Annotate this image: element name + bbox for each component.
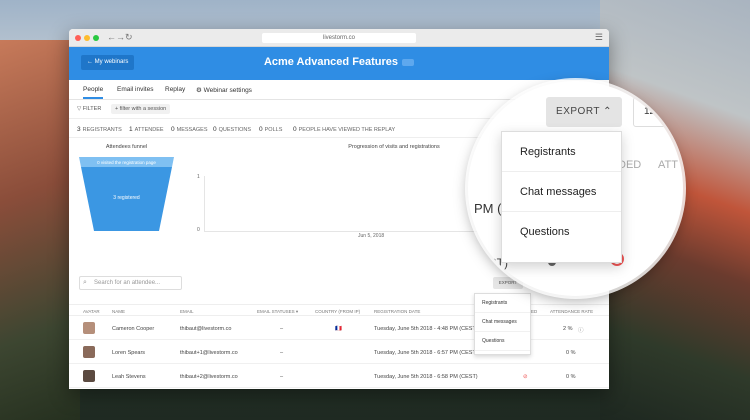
- export-registrants-item[interactable]: Registrants: [475, 294, 530, 313]
- y-axis-top-label: 1: [197, 174, 200, 180]
- stat-replay-views: 0 PEOPLE HAVE VIEWED THE REPLAY: [293, 126, 396, 133]
- stat-polls: 0 POLLS: [259, 126, 283, 133]
- zoom-partial-box: 12: [633, 97, 683, 127]
- y-axis-line: [204, 176, 205, 231]
- minimize-window-icon[interactable]: [84, 35, 90, 41]
- info-icon[interactable]: ⓘ: [578, 326, 584, 334]
- wallpaper-mountain-left: [0, 40, 80, 420]
- avatar: [83, 370, 95, 382]
- not-attended-icon: ⊘: [523, 374, 528, 380]
- maximize-window-icon[interactable]: [93, 35, 99, 41]
- forward-arrow-icon[interactable]: →: [116, 32, 125, 42]
- stat-questions: 0 QUESTIONS: [213, 126, 252, 133]
- search-icon: ⌕: [83, 279, 87, 286]
- tab-webinar-settings[interactable]: ⚙ Webinar settings: [196, 86, 252, 94]
- export-chat-messages-item[interactable]: Chat messages: [475, 313, 530, 332]
- gear-icon: ⚙: [196, 87, 204, 94]
- funnel-top-label: 0 visited the registration page: [97, 160, 156, 165]
- zoom-export-button[interactable]: EXPORT ⌃: [546, 97, 622, 127]
- back-arrow-icon[interactable]: ←: [107, 32, 116, 42]
- tab-email-invites[interactable]: Email invites: [117, 86, 153, 93]
- col-email-statuses[interactable]: EMAIL STATUSES ▾: [257, 309, 298, 315]
- avatar: [83, 346, 95, 358]
- col-attended[interactable]: ED: [531, 309, 537, 314]
- zoom-col-attendance: ATT: [658, 159, 678, 171]
- stat-messages: 0 MESSAGES: [171, 126, 208, 133]
- title-badge: [402, 58, 415, 66]
- col-avatar: AVATAR: [83, 309, 100, 314]
- col-attendance-rate[interactable]: ATTENDANCE RATE: [550, 309, 593, 314]
- tab-people[interactable]: People: [83, 86, 104, 99]
- col-registration-date[interactable]: REGISTRATION DATE: [374, 309, 420, 314]
- x-axis-date-label: Jun 5, 2018: [358, 233, 385, 239]
- tab-replay[interactable]: Replay: [165, 86, 185, 93]
- zoom-export-dropdown: Registrants Chat messages Questions: [501, 131, 622, 263]
- zoom-chat-messages-item[interactable]: Chat messages: [502, 172, 621, 212]
- x-axis-line: [204, 231, 504, 232]
- zoom-questions-item[interactable]: Questions: [502, 212, 621, 252]
- stat-attendee: 1 ATTENDEE: [129, 126, 164, 133]
- col-country[interactable]: COUNTRY (FROM IP): [315, 309, 360, 314]
- country-flag: 🇫🇷: [335, 326, 342, 332]
- col-email[interactable]: EMAIL: [180, 309, 194, 314]
- avatar: [83, 322, 95, 334]
- zoom-time-fragment: PM (: [474, 201, 502, 216]
- export-dropdown: Registrants Chat messages Questions: [474, 293, 531, 355]
- add-filter-button[interactable]: + filter with a session: [111, 104, 171, 114]
- export-questions-item[interactable]: Questions: [475, 332, 530, 351]
- funnel-title: Attendees funnel: [105, 144, 148, 150]
- col-name[interactable]: NAME: [112, 309, 125, 314]
- chevron-up-icon: ⌃: [603, 106, 612, 117]
- browser-menu-icon[interactable]: ☰: [595, 32, 603, 43]
- attendees-funnel: 0 visited the registration page 3 regist…: [79, 157, 174, 231]
- table-row[interactable]: Leah Stevens thibaut+2@livestorm.co – Tu…: [69, 365, 609, 388]
- page-title: Acme Advanced Features: [69, 56, 609, 68]
- browser-chrome: ← → ↻ livestorm.co ☰: [69, 29, 609, 47]
- stat-registrants: 3 REGISTRANTS: [77, 126, 122, 133]
- filter-button[interactable]: ▽ FILTER: [77, 106, 101, 112]
- zoom-magnifier: EXPORT ⌃ 12 DED ATT PM ( CEST) Registran…: [468, 81, 683, 296]
- url-bar[interactable]: livestorm.co: [262, 33, 416, 43]
- y-axis-bottom-label: 0: [197, 227, 200, 233]
- app-header: ← My webinars Acme Advanced Features: [69, 47, 609, 80]
- close-window-icon[interactable]: [75, 35, 81, 41]
- zoom-registrants-item[interactable]: Registrants: [502, 132, 621, 172]
- search-input[interactable]: ⌕ Search for an attendee...: [79, 276, 182, 290]
- reload-icon[interactable]: ↻: [125, 32, 133, 43]
- funnel-bottom-label: 3 registered: [113, 195, 140, 201]
